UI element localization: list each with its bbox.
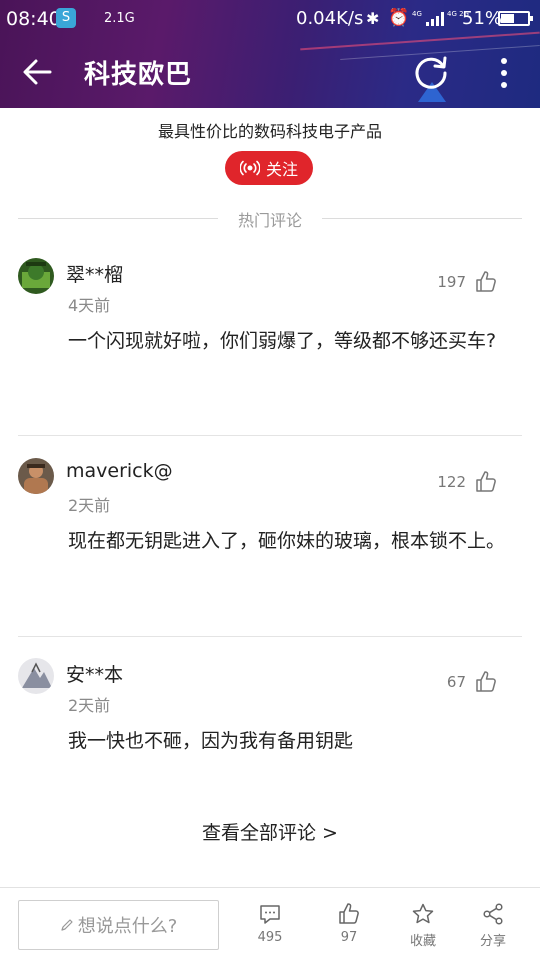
thumbs-up-icon (476, 471, 496, 492)
comment-input-placeholder: 想说点什么? (77, 916, 178, 937)
hot-comments-heading: 热门评论 (18, 206, 522, 230)
view-all-comments-link[interactable]: 查看全部评论 > (0, 818, 540, 845)
comment-time: 4天前 (68, 296, 111, 315)
refresh-icon[interactable] (412, 54, 450, 92)
comment-text: 一个闪现就好啦，你们弱爆了，等级都不够还买车? (68, 330, 497, 352)
battery-percent: 51% (462, 8, 503, 29)
status-bar: 08:40 S 2.1G 0.04K/s ✱ ⏰ 4G 4G 2G 51% (0, 0, 540, 36)
comment-item[interactable]: maverick@ 2天前 122 现在都无钥匙进入了，砸你妹的玻璃，根本锁不上… (18, 458, 522, 618)
like-post-button[interactable]: 97 (319, 902, 379, 945)
like-button[interactable]: 197 (437, 270, 498, 294)
battery-icon (498, 11, 533, 26)
comment-bubble-icon (260, 905, 280, 924)
like-count: 122 (437, 473, 466, 491)
star-icon (412, 903, 434, 924)
comment-text: 现在都无钥匙进入了，砸你妹的玻璃，根本锁不上。 (68, 530, 506, 552)
bottom-bar: 想说点什么? 495 97 收藏 分享 (0, 887, 540, 960)
like-count: 67 (446, 673, 466, 691)
like-button[interactable]: 122 (437, 470, 498, 494)
comment-time: 2天前 (68, 496, 111, 515)
thumbs-up-icon (339, 903, 359, 924)
like-button[interactable]: 67 (447, 670, 498, 694)
divider (18, 435, 522, 436)
battery-fill (501, 14, 515, 23)
thumbs-up-icon (476, 671, 496, 692)
comment-item[interactable]: 翠**榴 4天前 197 一个闪现就好啦，你们弱爆了，等级都不够还买车? (18, 258, 522, 418)
status-traffic: 2.1G (104, 11, 135, 26)
share-icon (483, 903, 503, 925)
comment-input[interactable]: 想说点什么? (18, 900, 219, 950)
app-bar: 科技欧巴 (0, 36, 540, 108)
like-count: 197 (437, 273, 466, 291)
more-vertical-icon[interactable] (492, 56, 516, 90)
favorite-label: 收藏 (409, 934, 436, 949)
signal-icon (426, 12, 444, 26)
divider (18, 636, 522, 637)
bluetooth-icon: ✱ (366, 9, 380, 28)
avatar[interactable] (18, 458, 54, 494)
alarm-icon: ⏰ (388, 8, 410, 28)
pencil-icon (61, 919, 73, 931)
post-like-count: 97 (340, 930, 358, 945)
comment-username[interactable]: maverick@ (66, 460, 173, 482)
comment-item[interactable]: 安**本 2天前 67 我一快也不砸，因为我有备用钥匙 (18, 658, 522, 778)
channel-tagline: 最具性价比的数码科技电子产品 (157, 122, 382, 141)
comment-time: 2天前 (68, 696, 111, 715)
broadcast-icon (239, 160, 260, 176)
comment-username[interactable]: 安**本 (66, 660, 123, 687)
follow-button[interactable]: 关注 (225, 151, 313, 185)
favorite-button[interactable]: 收藏 (393, 902, 453, 949)
divider (322, 218, 522, 219)
comment-text: 我一快也不砸，因为我有备用钥匙 (68, 730, 354, 752)
section-title: 热门评论 (237, 211, 302, 230)
back-arrow-icon[interactable] (20, 56, 56, 88)
thumbs-up-icon (476, 271, 496, 292)
status-time: 08:40 (6, 8, 61, 30)
status-net-speed: 0.04K/s (296, 8, 364, 29)
share-button[interactable]: 分享 (463, 902, 523, 949)
header: 08:40 S 2.1G 0.04K/s ✱ ⏰ 4G 4G 2G 51% 科技… (0, 0, 540, 108)
comment-username[interactable]: 翠**榴 (66, 260, 123, 287)
status-network-1: 4G (412, 10, 422, 18)
follow-label: 关注 (265, 160, 298, 179)
share-label: 分享 (479, 934, 506, 949)
avatar[interactable] (18, 658, 54, 694)
comments-button[interactable]: 495 (240, 902, 300, 945)
avatar[interactable] (18, 258, 54, 294)
comment-count: 495 (257, 930, 283, 945)
page-title: 科技欧巴 (84, 60, 193, 90)
app-notification-icon: S (56, 8, 76, 28)
